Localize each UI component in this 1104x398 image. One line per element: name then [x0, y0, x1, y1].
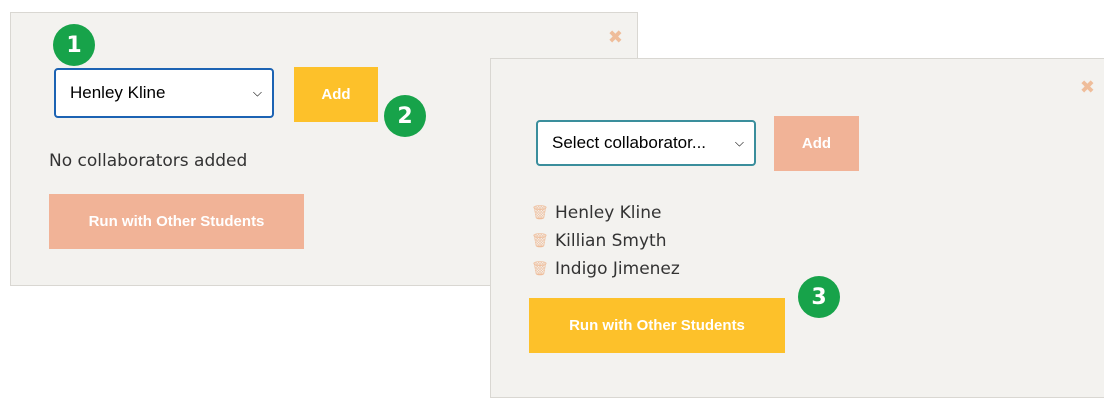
- trash-icon[interactable]: 🗑: [531, 205, 549, 221]
- step-badge-1: 1: [53, 24, 95, 66]
- empty-collaborators-message: No collaborators added: [49, 151, 248, 171]
- collaborator-select[interactable]: Select collaborator... ⌵: [536, 120, 756, 166]
- list-item: 🗑 Killian Smyth: [531, 227, 680, 255]
- run-with-other-students-button[interactable]: Run with Other Students: [529, 298, 785, 353]
- step-badge-2: 2: [384, 95, 426, 137]
- collaborator-list: 🗑 Henley Kline 🗑 Killian Smyth 🗑 Indigo …: [531, 199, 680, 283]
- list-item: 🗑 Indigo Jimenez: [531, 255, 680, 283]
- chevron-down-icon: ⌵: [252, 85, 262, 100]
- add-button[interactable]: Add: [774, 116, 859, 171]
- collaborator-select-value: Select collaborator...: [552, 133, 707, 152]
- collaborator-select-value: Henley Kline: [70, 83, 166, 102]
- trash-icon[interactable]: 🗑: [531, 233, 549, 249]
- collaborator-name: Killian Smyth: [555, 231, 667, 251]
- collaborator-name: Indigo Jimenez: [555, 259, 680, 279]
- collaborator-panel-after: ✖ Select collaborator... ⌵ Add 🗑 Henley …: [490, 58, 1104, 398]
- close-icon[interactable]: ✖: [1080, 79, 1095, 97]
- collaborator-select[interactable]: Henley Kline ⌵: [54, 68, 274, 118]
- list-item: 🗑 Henley Kline: [531, 199, 680, 227]
- run-with-other-students-button[interactable]: Run with Other Students: [49, 194, 304, 249]
- collaborator-name: Henley Kline: [555, 203, 662, 223]
- add-button[interactable]: Add: [294, 67, 378, 122]
- step-badge-3: 3: [798, 276, 840, 318]
- trash-icon[interactable]: 🗑: [531, 261, 549, 277]
- chevron-down-icon: ⌵: [734, 135, 744, 150]
- close-icon[interactable]: ✖: [608, 29, 623, 47]
